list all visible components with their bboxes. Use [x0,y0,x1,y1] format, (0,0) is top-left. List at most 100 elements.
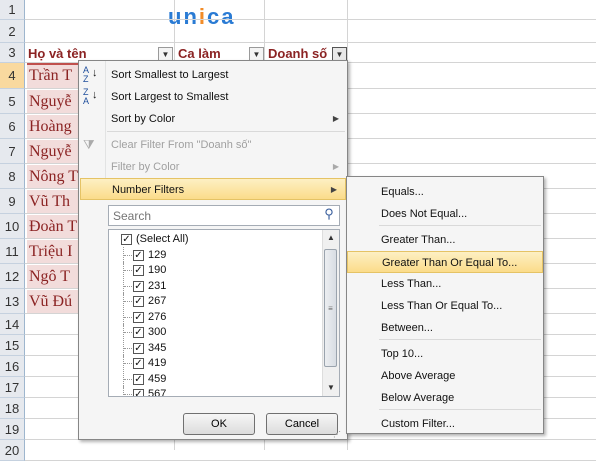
submenu-arrow-icon: ▶ [330,185,337,194]
row-header[interactable]: 18 [0,398,25,419]
list-item[interactable]: ✓ 345 [109,339,319,357]
ok-button[interactable]: OK [183,413,255,435]
tree-line [123,355,132,372]
clear-filter-icon: ⧩ [83,137,95,152]
checkbox[interactable]: ✓ [133,327,144,338]
sort-ascending-label: Sort Smallest to Largest [111,69,229,81]
list-item-label: 190 [148,264,167,276]
cancel-button-label: Cancel [284,418,320,430]
number-filter-item[interactable]: Above Average [347,365,543,387]
list-item-label: 276 [148,310,167,323]
row-header[interactable]: 12 [0,264,25,289]
checkbox[interactable]: ✓ [133,373,144,385]
list-item[interactable]: ✓ 190 [109,262,319,279]
scrollbar-thumb[interactable]: ≡ [324,249,337,367]
list-item[interactable]: ✓ (Select All) [109,231,319,248]
row-header[interactable]: 19 [0,419,25,440]
checkbox[interactable]: ✓ [133,311,144,323]
checkbox[interactable]: ✓ [133,296,144,307]
name-cell[interactable]: Vũ Th [27,190,79,213]
list-item[interactable]: ✓ 419 [109,355,319,372]
list-item-label: 419 [148,357,167,369]
sort-by-color-item[interactable]: Sort by Color ▶ [79,108,347,130]
row-header[interactable]: 20 [0,440,25,461]
list-item[interactable]: ✓ 276 [109,308,319,326]
tree-line [123,293,132,310]
row-header[interactable]: 11 [0,239,25,264]
number-filter-label: Less Than... [381,278,442,290]
checkbox[interactable]: ✓ [133,358,144,369]
checkbox[interactable]: ✓ [121,234,132,245]
row-header[interactable]: 17 [0,377,25,398]
row-header[interactable]: 8 [0,164,25,189]
name-cell[interactable]: Trần T [27,64,79,88]
row-header[interactable]: 13 [0,289,25,314]
list-item[interactable]: ✓ 459 [109,370,319,388]
name-cell[interactable]: Đoàn T [27,215,79,238]
row-header[interactable]: 5 [0,89,25,114]
number-filters-item[interactable]: Number Filters ▶ [80,178,346,200]
separator [379,339,541,340]
number-filter-item[interactable]: Equals... [347,181,543,203]
grid-row [25,20,596,43]
row-header[interactable]: 3 [0,43,25,63]
row-header[interactable]: 1 [0,0,25,20]
number-filter-item[interactable]: Below Average [347,387,543,409]
search-icon[interactable]: ⚲ [320,206,338,224]
sort-descending-item[interactable]: Z A ↓ Sort Largest to Smallest [79,86,347,108]
checkbox[interactable]: ✓ [133,249,144,261]
checkbox[interactable]: ✓ [133,389,144,396]
row-header[interactable]: 16 [0,356,25,377]
header-sales-label: Doanh số [268,46,328,61]
name-cell[interactable]: Nông T [27,165,79,188]
row-header[interactable]: 6 [0,114,25,139]
row-header[interactable]: 15 [0,335,25,356]
row-header[interactable]: 10 [0,214,25,239]
row-header[interactable]: 4 [0,63,25,89]
clear-filter-item[interactable]: ⧩ Clear Filter From "Doanh số" [79,134,347,156]
search-input[interactable] [108,205,340,226]
row-header[interactable]: 7 [0,139,25,164]
number-filter-item[interactable]: Between... [347,317,543,339]
list-item[interactable]: ✓ 231 [109,277,319,295]
name-cell[interactable]: Hoàng [27,115,79,138]
name-cell[interactable]: Vũ Đú [27,290,79,313]
tree-line [123,324,132,341]
list-item[interactable]: ✓ 267 [109,293,319,310]
number-filter-item[interactable]: Top 10... [347,343,543,365]
resize-grip-icon[interactable]: ⋰ [333,430,345,440]
submenu-arrow-icon: ▶ [332,114,339,123]
sort-ascending-item[interactable]: A Z ↓ Sort Smallest to Largest [79,64,347,86]
name-cell[interactable]: Ngô T [27,265,79,288]
name-cell[interactable]: Triệu I [27,240,79,263]
list-item[interactable]: ✓ 567 [109,386,319,396]
number-filter-item[interactable]: Less Than... [347,273,543,295]
number-filter-item[interactable]: Greater Than Or Equal To... [347,251,543,273]
filter-by-color-label: Filter by Color [111,161,180,173]
scroll-up-icon[interactable]: ▲ [323,230,339,246]
number-filter-item[interactable]: Greater Than... [347,229,543,251]
number-filter-item[interactable]: Less Than Or Equal To... [347,295,543,317]
list-item-label: 300 [148,326,167,338]
row-header[interactable]: 14 [0,314,25,335]
cancel-button[interactable]: Cancel [266,413,338,435]
number-filter-label: Greater Than Or Equal To... [382,257,518,269]
number-filter-item[interactable]: Custom Filter... [347,413,543,435]
header-name-label: Họ và tên [28,46,87,61]
tree-line [123,277,132,295]
checkbox[interactable]: ✓ [133,265,144,276]
row-header[interactable]: 9 [0,189,25,214]
name-cell[interactable]: Nguyễ [27,140,79,163]
number-filter-item[interactable]: Does Not Equal... [347,203,543,225]
number-filter-label: Greater Than... [381,234,456,246]
row-header[interactable]: 2 [0,20,25,43]
filter-by-color-item[interactable]: Filter by Color ▶ [79,156,347,178]
name-cell[interactable]: Nguyễ [27,90,79,113]
ok-button-label: OK [211,418,227,430]
scroll-down-icon[interactable]: ▼ [323,380,339,396]
checkbox[interactable]: ✓ [133,342,144,354]
checkbox[interactable]: ✓ [133,280,144,292]
list-item[interactable]: ✓ 300 [109,324,319,341]
list-item[interactable]: ✓ 129 [109,246,319,264]
number-filter-label: Between... [381,322,433,334]
